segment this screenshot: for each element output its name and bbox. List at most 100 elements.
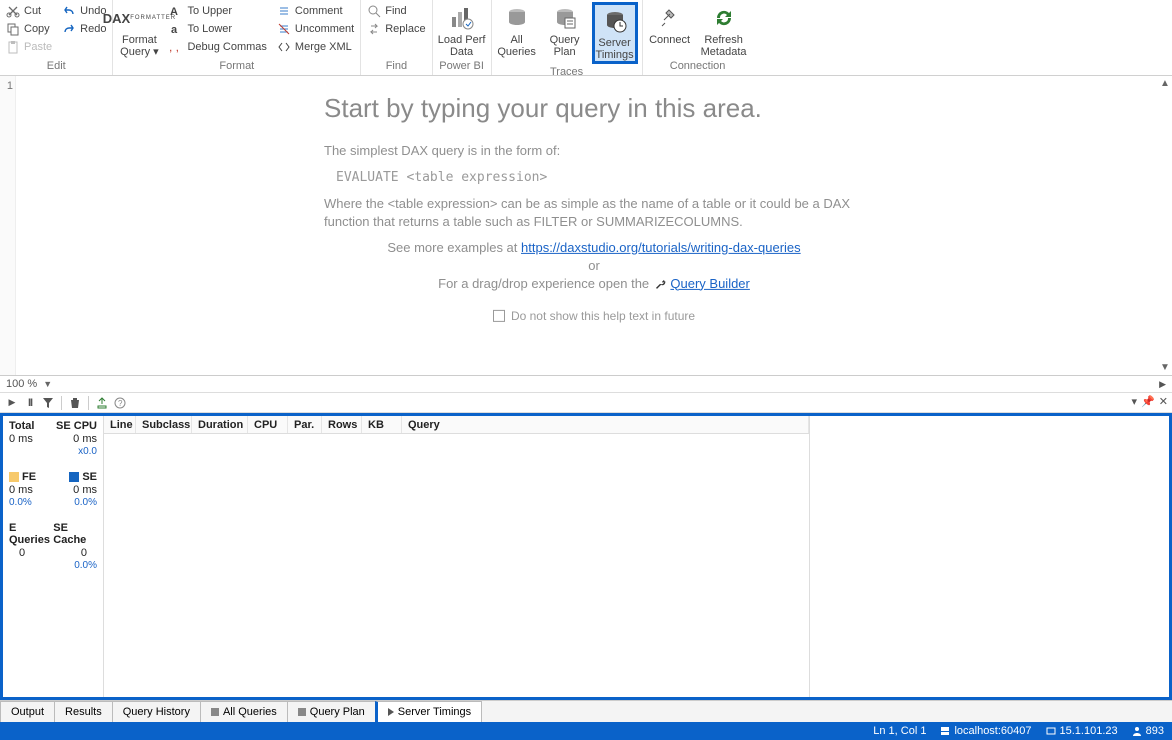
filter-button[interactable] <box>40 395 56 411</box>
query-plan-button[interactable]: Query Plan <box>544 2 586 58</box>
tab-history[interactable]: Query History <box>112 701 201 722</box>
paste-button[interactable]: Paste <box>4 38 54 56</box>
copy-label: Copy <box>24 23 50 35</box>
record-button[interactable]: ▶ <box>4 395 20 411</box>
to-lower-button[interactable]: a To Lower <box>167 20 268 38</box>
comment-icon <box>277 4 291 18</box>
hide-help-checkbox[interactable]: Do not show this help text in future <box>493 306 695 324</box>
paste-icon <box>6 40 20 54</box>
col-rows[interactable]: Rows <box>322 416 362 433</box>
editor-wrap: 1 ▲ ▼ Start by typing your query in this… <box>0 76 1172 722</box>
query-builder-link[interactable]: Query Builder <box>670 275 749 290</box>
scroll-down-icon[interactable]: ▼ <box>1160 362 1170 373</box>
ribbon-group-edit: Cut Copy Paste Undo Redo <box>0 0 113 75</box>
col-query[interactable]: Query <box>402 416 809 433</box>
find-label: Find <box>385 5 406 17</box>
tab-all-queries[interactable]: All Queries <box>200 701 288 722</box>
tab-results-label: Results <box>65 706 102 718</box>
tab-results[interactable]: Results <box>54 701 113 722</box>
to-upper-button[interactable]: A To Upper <box>167 2 268 20</box>
copy-button[interactable]: Copy <box>4 20 54 38</box>
fe-pct: 0.0% <box>9 497 32 508</box>
eq-label: E Queries <box>9 522 53 546</box>
placeholder-help: Start by typing your query in this area.… <box>324 92 864 334</box>
filter-icon <box>42 397 54 409</box>
panel-pin-icon[interactable]: 📌 <box>1141 395 1155 408</box>
panel-toolbar: ▶ II ? ▾ 📌 ✕ <box>0 393 1172 413</box>
stop-icon <box>298 708 306 716</box>
tutorials-link[interactable]: https://daxstudio.org/tutorials/writing-… <box>521 239 801 254</box>
col-par[interactable]: Par. <box>288 416 322 433</box>
undo-button[interactable]: Undo <box>60 2 108 20</box>
panel-close-icon[interactable]: ✕ <box>1159 395 1168 408</box>
col-duration[interactable]: Duration <box>192 416 248 433</box>
cut-label: Cut <box>24 5 41 17</box>
query-editor[interactable]: 1 ▲ ▼ Start by typing your query in this… <box>0 76 1172 376</box>
col-kb[interactable]: KB <box>362 416 402 433</box>
server-timings-button[interactable]: Server Timings <box>592 2 638 64</box>
tab-output[interactable]: Output <box>0 701 55 722</box>
to-upper-label: To Upper <box>187 5 232 17</box>
fe-label: FE <box>22 471 36 483</box>
panel-dropdown-icon[interactable]: ▾ <box>1132 395 1138 408</box>
help-button[interactable]: ? <box>112 395 128 411</box>
svg-text:a: a <box>171 24 178 36</box>
zoom-bar: 100 % ▼ ▶ <box>0 376 1172 393</box>
ribbon-group-powerbi: Load Perf Data Power BI <box>433 0 492 75</box>
format-query-button[interactable]: DAXFORMATTER Format Query ▾ <box>117 2 161 58</box>
load-perf-label: Load Perf Data <box>438 34 486 58</box>
tab-server-timings[interactable]: Server Timings <box>375 701 482 722</box>
all-queries-button[interactable]: All Queries <box>496 2 538 58</box>
col-cpu[interactable]: CPU <box>248 416 288 433</box>
zoom-down-icon[interactable]: ▼ <box>43 379 52 389</box>
load-perf-button[interactable]: Load Perf Data <box>437 2 487 58</box>
placeholder-p4a: For a drag/drop experience open the <box>438 275 653 290</box>
group-label-connection: Connection <box>647 58 749 75</box>
server-icon <box>940 726 950 736</box>
col-subclass[interactable]: Subclass <box>136 416 192 433</box>
pause-button[interactable]: II <box>22 395 38 411</box>
trash-icon <box>69 397 81 409</box>
se-val: 0 ms <box>73 484 97 496</box>
cut-button[interactable]: Cut <box>4 2 54 20</box>
col-line[interactable]: Line <box>104 416 136 433</box>
uncomment-button[interactable]: Uncomment <box>275 20 356 38</box>
secpu-val: 0 ms <box>73 433 97 445</box>
connect-icon <box>658 6 682 30</box>
replace-button[interactable]: Replace <box>365 20 427 38</box>
timings-summary: TotalSE CPU 0 ms0 ms x0.0 FE SE 0 ms0 ms… <box>3 416 103 697</box>
to-upper-icon: A <box>169 4 183 18</box>
clear-button[interactable] <box>67 395 83 411</box>
scroll-up-icon[interactable]: ▲ <box>1160 78 1170 89</box>
tab-output-label: Output <box>11 706 44 718</box>
refresh-metadata-button[interactable]: Refresh Metadata <box>699 2 749 58</box>
tab-server-timings-label: Server Timings <box>398 706 471 718</box>
secpu-label: SE CPU <box>56 420 97 432</box>
export-button[interactable] <box>94 395 110 411</box>
comment-button[interactable]: Comment <box>275 2 356 20</box>
status-version-text: 15.1.101.23 <box>1060 725 1118 737</box>
format-query-label: Format Query ▾ <box>120 34 159 58</box>
find-button[interactable]: Find <box>365 2 427 20</box>
tab-query-plan[interactable]: Query Plan <box>287 701 376 722</box>
merge-xml-button[interactable]: Merge XML <box>275 38 356 56</box>
group-label-find: Find <box>365 58 427 75</box>
connect-button[interactable]: Connect <box>647 2 693 46</box>
group-label-format: Format <box>117 58 356 75</box>
refresh-icon <box>712 6 736 30</box>
debug-commas-label: Debug Commas <box>187 41 266 53</box>
status-version: 15.1.101.23 <box>1046 725 1118 737</box>
zoom-value[interactable]: 100 % <box>6 378 37 390</box>
placeholder-title: Start by typing your query in this area. <box>324 92 864 123</box>
h-scroll-right-icon[interactable]: ▶ <box>1159 379 1166 390</box>
group-label-powerbi: Power BI <box>437 58 487 75</box>
timings-grid-body <box>104 434 809 697</box>
placeholder-or: or <box>588 257 600 272</box>
server-timings-icon <box>603 9 627 33</box>
all-queries-icon <box>505 6 529 30</box>
redo-button[interactable]: Redo <box>60 20 108 38</box>
query-plan-label: Query Plan <box>550 34 580 58</box>
debug-commas-button[interactable]: , , Debug Commas <box>167 38 268 56</box>
line-number: 1 <box>0 80 13 92</box>
timings-grid[interactable]: Line Subclass Duration CPU Par. Rows KB … <box>103 416 809 697</box>
